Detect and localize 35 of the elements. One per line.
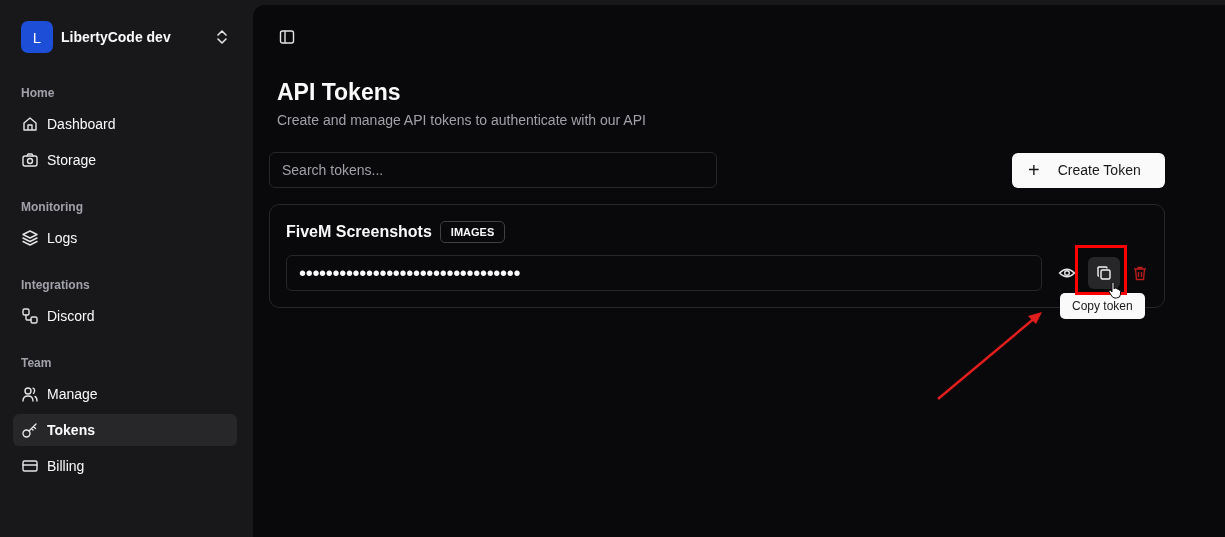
sidebar-item[interactable]: Tokens <box>13 414 237 446</box>
section-label: Team <box>20 355 53 372</box>
connected-squares-icon <box>21 307 39 325</box>
token-tag: IMAGES <box>439 221 506 243</box>
home-icon <box>21 115 39 133</box>
sidebar-item[interactable]: Discord <box>13 300 237 332</box>
page-subtitle: Create and manage API tokens to authenticate with our API <box>277 112 647 128</box>
sidebar-item[interactable]: Logs <box>13 222 237 254</box>
tooltip: Copy token <box>1060 293 1145 319</box>
search-field[interactable]: Search tokens... <box>269 152 717 188</box>
token-value-field[interactable]: ••••••••••••••••••••••••••••••••• <box>286 255 1042 291</box>
hand-cursor-icon <box>1108 281 1122 299</box>
trash-icon[interactable] <box>1132 265 1148 281</box>
team-avatar: L <box>21 21 53 53</box>
section-label: Home <box>20 85 56 102</box>
copy-button[interactable] <box>1088 257 1120 289</box>
sidebar-item[interactable]: Manage <box>13 378 237 410</box>
credit-card-icon <box>21 457 39 475</box>
layers-icon <box>21 229 39 247</box>
section-label: Integrations <box>20 277 91 294</box>
sidebar-item[interactable]: Dashboard <box>13 108 237 140</box>
team-switcher[interactable]: L LibertyCode dev <box>13 21 237 53</box>
chevron-up-down-icon <box>216 29 228 45</box>
page-title: API Tokens <box>277 79 402 106</box>
key-icon <box>21 421 39 439</box>
create-token-button[interactable]: + Create Token <box>1012 152 1165 188</box>
sidebar-item[interactable]: Billing <box>13 450 237 482</box>
team-name: LibertyCode dev <box>61 29 172 45</box>
sidebar-item[interactable]: Storage <box>13 144 237 176</box>
sidebar-toggle-icon[interactable] <box>279 29 295 45</box>
token-name: FiveM Screenshots <box>286 223 432 241</box>
section-label: Monitoring <box>20 199 84 216</box>
users-icon <box>21 385 39 403</box>
copy-icon <box>1096 265 1112 281</box>
camera-icon <box>21 151 39 169</box>
